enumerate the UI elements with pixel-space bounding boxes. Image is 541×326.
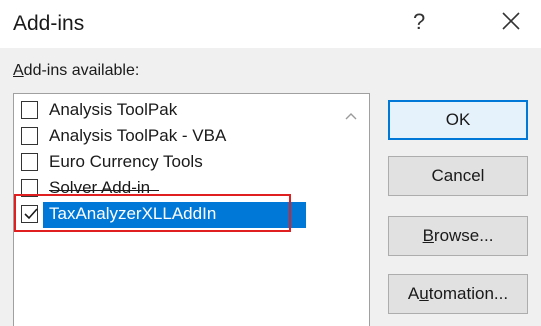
dialog-title: Add-ins	[13, 12, 85, 35]
addins-available-rest: dd-ins available:	[23, 62, 140, 79]
annotation-highlight-box	[14, 194, 291, 232]
close-icon	[502, 12, 520, 30]
list-item-label: Euro Currency Tools	[49, 152, 203, 171]
cancel-button[interactable]: Cancel	[388, 156, 528, 196]
list-item-label: Analysis ToolPak - VBA	[49, 126, 227, 145]
list-item-analysis-toolpak[interactable]: Analysis ToolPak	[16, 98, 336, 124]
browse-button[interactable]: Browse...	[388, 216, 528, 256]
automation-pre: A	[407, 284, 420, 303]
browse-accesskey: B	[422, 226, 434, 245]
analysis-toolpak-checkbox[interactable]	[21, 101, 38, 119]
addins-available-accesskey: A	[13, 62, 24, 79]
ok-button[interactable]: OK	[388, 100, 528, 140]
automation-accesskey: u	[419, 284, 429, 303]
automation-button[interactable]: Automation...	[388, 274, 528, 314]
scroll-up-button[interactable]	[344, 108, 358, 126]
help-button[interactable]: ?	[413, 9, 425, 35]
list-item-analysis-toolpak-vba[interactable]: Analysis ToolPak - VBA	[16, 124, 336, 150]
automation-rest: tomation...	[428, 284, 509, 303]
strike-line	[49, 190, 159, 191]
analysis-toolpak-vba-checkbox[interactable]	[21, 127, 38, 145]
close-button[interactable]	[498, 8, 524, 34]
title-bar: Add-ins ?	[0, 0, 541, 48]
addins-available-label: Add-ins available:	[13, 62, 139, 80]
chevron-up-icon	[345, 113, 357, 120]
euro-currency-tools-checkbox[interactable]	[21, 153, 38, 171]
browse-rest: rowse...	[433, 226, 494, 245]
list-item-euro-currency-tools[interactable]: Euro Currency Tools	[16, 150, 336, 176]
list-item-label: Analysis ToolPak	[49, 100, 178, 119]
